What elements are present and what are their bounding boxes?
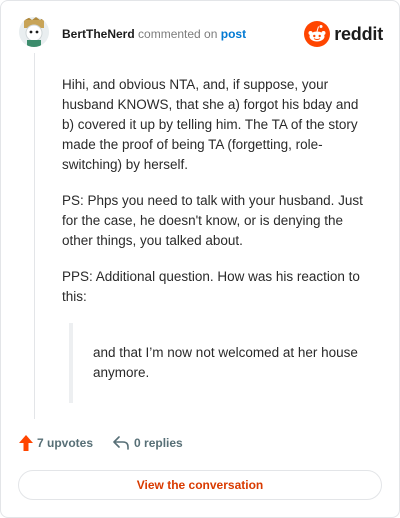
comment-body: Hihi, and obvious NTA, and, if suppose, … (62, 75, 372, 323)
upvote-arrow-icon (19, 435, 33, 451)
comment-paragraph: PS: Phps you need to talk with your husb… (62, 193, 363, 248)
thread-line (34, 53, 35, 419)
comment-card: BertTheNerd commented on post reddit Hih… (0, 0, 400, 518)
reply-button[interactable]: 0 replies (113, 436, 183, 450)
comment-footer: 7 upvotes 0 replies (19, 435, 183, 451)
reddit-logo[interactable]: reddit (304, 21, 383, 47)
author-name[interactable]: BertTheNerd (62, 27, 135, 41)
commented-label: commented on (138, 27, 218, 41)
avatar[interactable] (19, 17, 49, 47)
reply-icon (113, 436, 129, 450)
view-conversation-button[interactable]: View the conversation (18, 470, 382, 500)
blockquote: and that I’m now not welcomed at her hou… (69, 323, 383, 403)
upvote-count: 7 upvotes (37, 436, 94, 450)
comment-header: BertTheNerd commented on post (62, 26, 246, 42)
upvote-button[interactable]: 7 upvotes (19, 435, 93, 451)
comment-paragraph: PPS: Additional question. How was his re… (62, 269, 360, 304)
post-link[interactable]: post (221, 27, 246, 41)
reply-count: 0 replies (134, 436, 183, 450)
comment-paragraph: Hihi, and obvious NTA, and, if suppose, … (62, 77, 359, 172)
reddit-snoo-icon (304, 21, 331, 47)
reddit-wordmark: reddit (334, 23, 383, 44)
